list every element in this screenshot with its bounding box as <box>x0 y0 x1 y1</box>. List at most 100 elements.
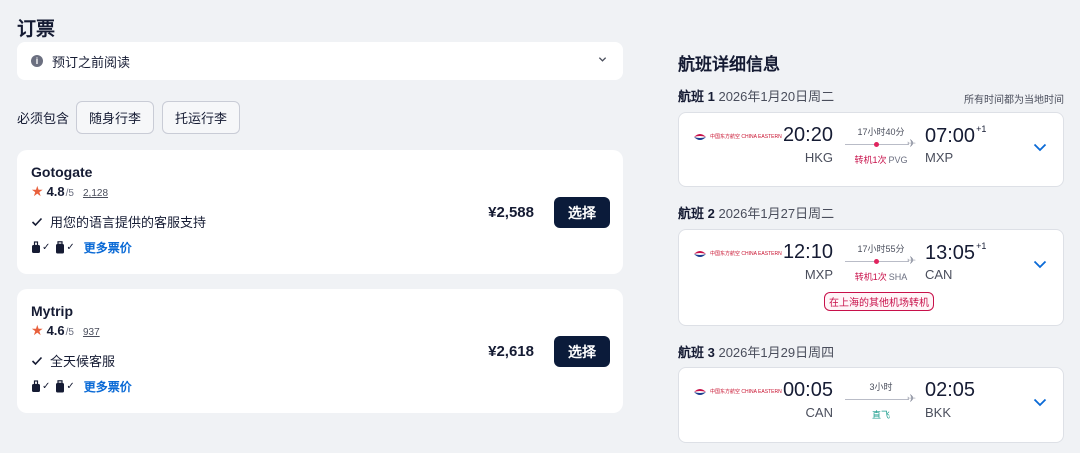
rating-scale: /5 <box>65 188 74 199</box>
checked-bag-chip[interactable]: 托运行李 <box>162 101 241 134</box>
chevron-down-icon[interactable] <box>1033 260 1047 269</box>
airline-logo-text: 中国东方航空 CHINA EASTERN <box>710 134 782 140</box>
arrival-time: 07:00+1 <box>925 124 986 148</box>
route-line <box>845 259 909 264</box>
provider-rating: ★ 4.8 /5 2,128 <box>31 183 108 200</box>
check-icon: ✓ <box>66 242 75 253</box>
stop-airport: PVG <box>888 155 908 165</box>
departure-airport: MXP <box>804 267 833 282</box>
flight-header: 航班 2 2026年1月27日周二 <box>678 203 834 222</box>
provider-rating: ★ 4.6 /5 937 <box>31 322 100 339</box>
carry-on-bag-chip[interactable]: 随身行李 <box>76 101 155 134</box>
stop-airport: SHA <box>888 272 908 282</box>
airline-logo: 中国东方航空 CHINA EASTERN <box>693 132 782 142</box>
check-icon <box>31 356 43 365</box>
arrival-airport: MXP <box>925 150 954 165</box>
rating-scale: /5 <box>65 327 74 338</box>
check-icon: ✓ <box>66 381 75 392</box>
china-eastern-logo-icon <box>694 251 706 257</box>
more-fares-link[interactable]: 更多票价 <box>84 378 132 395</box>
airline-logo-text: 中国东方航空 CHINA EASTERN <box>710 251 782 257</box>
departure-airport: HKG <box>804 150 833 165</box>
rating-score: 4.8 <box>46 184 65 199</box>
day-offset: +1 <box>976 124 987 134</box>
china-eastern-logo-icon <box>694 389 706 395</box>
airline-logo-text: 中国东方航空 CHINA EASTERN <box>710 389 782 395</box>
stop-dot <box>874 142 879 147</box>
rating-score: 4.6 <box>46 323 65 338</box>
flight-label: 航班 1 <box>678 89 715 104</box>
arrival-time: 13:05+1 <box>925 241 986 265</box>
included-bags: ✓ ✓ 更多票价 <box>31 239 132 256</box>
departure-airport: CAN <box>805 405 833 420</box>
flight-date: 2026年1月27日周二 <box>718 206 835 221</box>
plane-icon: ✈ <box>907 138 917 150</box>
provider-name: Mytrip <box>31 303 73 319</box>
checked-bag-icon <box>56 380 65 393</box>
arrival-airport: CAN <box>925 267 953 282</box>
flight-label: 航班 3 <box>678 345 715 360</box>
stop-info: 直飞 <box>845 408 917 421</box>
flight-card[interactable]: 中国东方航空 CHINA EASTERN 12:10 MXP 17小时55分 ✈… <box>678 229 1064 326</box>
airline-logo: 中国东方航空 CHINA EASTERN <box>693 249 782 259</box>
checked-bag-icon <box>56 241 65 254</box>
baggage-filter: 必须包含 随身行李 托运行李 <box>17 101 248 134</box>
carry-on-bag-icon <box>32 380 40 392</box>
more-fares-link[interactable]: 更多票价 <box>84 239 132 256</box>
read-before-booking-panel[interactable]: i 预订之前阅读 <box>17 42 623 80</box>
flight-header: 航班 3 2026年1月29日周四 <box>678 342 834 361</box>
plane-icon: ✈ <box>907 393 917 405</box>
included-bags: ✓ ✓ 更多票价 <box>31 378 132 395</box>
offer-card: Mytrip ★ 4.6 /5 937 全天候客服 ✓ ✓ 更多票价 ¥2,61… <box>17 289 623 413</box>
baggage-filter-label: 必须包含 <box>17 111 70 126</box>
review-count[interactable]: 2,128 <box>83 188 108 199</box>
chevron-down-icon[interactable] <box>598 55 607 64</box>
departure-time: 20:20 <box>782 124 833 146</box>
review-count[interactable]: 937 <box>83 327 100 338</box>
direct-flight-label: 直飞 <box>871 410 890 420</box>
read-before-label: 预订之前阅读 <box>52 54 131 70</box>
check-icon: ✓ <box>42 242 51 253</box>
arrival-time-value: 13:05 <box>925 242 976 264</box>
stop-count: 转机1次 <box>854 155 887 165</box>
provider-feature-text: 全天候客服 <box>50 354 116 369</box>
offer-price: ¥2,618 <box>488 343 534 360</box>
chevron-down-icon[interactable] <box>1033 143 1047 152</box>
info-icon: i <box>31 55 43 67</box>
route-line <box>845 399 909 400</box>
stop-info: 转机1次 PVG <box>845 153 917 166</box>
flight-label: 航班 2 <box>678 206 715 221</box>
stop-count: 转机1次 <box>854 272 887 282</box>
flight-date: 2026年1月20日周二 <box>718 89 835 104</box>
flight-details-title: 航班详细信息 <box>678 55 780 74</box>
arrival-airport: BKK <box>925 405 952 420</box>
airline-logo: 中国东方航空 CHINA EASTERN <box>693 387 782 397</box>
china-eastern-logo-icon <box>694 134 706 140</box>
page-title: 订票 <box>17 19 56 40</box>
chevron-down-icon[interactable] <box>1033 398 1047 407</box>
route-line <box>845 142 909 147</box>
check-icon: ✓ <box>42 381 51 392</box>
flight-date: 2026年1月29日周四 <box>718 345 835 360</box>
flight-card[interactable]: 中国东方航空 CHINA EASTERN 00:05 CAN 3小时 ✈ 直飞 … <box>678 367 1064 443</box>
stop-dot <box>874 259 879 264</box>
provider-feature: 用您的语言提供的客服支持 <box>31 212 206 231</box>
provider-feature: 全天候客服 <box>31 351 115 370</box>
offer-card: Gotogate ★ 4.8 /5 2,128 用您的语言提供的客服支持 ✓ ✓… <box>17 150 623 274</box>
star-icon: ★ <box>31 322 44 338</box>
check-icon <box>31 217 43 226</box>
offer-price: ¥2,588 <box>488 204 534 221</box>
day-offset: +1 <box>976 241 987 251</box>
star-icon: ★ <box>31 183 44 199</box>
airport-change-warning: 在上海的其他机场转机 <box>824 292 934 311</box>
flight-card[interactable]: 中国东方航空 CHINA EASTERN 20:20 HKG 17小时40分 ✈… <box>678 112 1064 187</box>
select-button[interactable]: 选择 <box>554 336 610 367</box>
departure-time: 12:10 <box>782 241 833 263</box>
flight-header: 航班 1 2026年1月20日周二 <box>678 86 834 105</box>
stop-info: 转机1次 SHA <box>845 270 917 283</box>
select-button[interactable]: 选择 <box>554 197 610 228</box>
departure-time: 00:05 <box>782 379 833 401</box>
arrival-time-value: 07:00 <box>925 125 976 147</box>
provider-name: Gotogate <box>31 164 93 180</box>
timezone-note: 所有时间都为当地时间 <box>964 95 1064 106</box>
